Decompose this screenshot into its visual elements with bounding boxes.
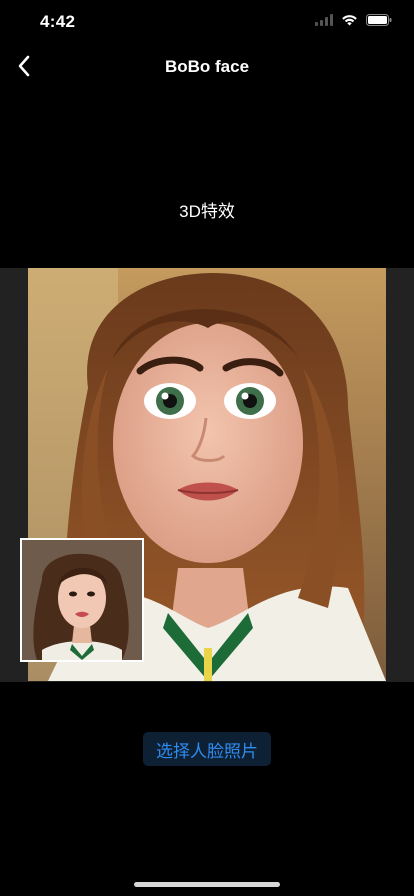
status-bar: 4:42 [0,0,414,44]
preview-panel [0,268,414,682]
select-face-photo-button[interactable]: 选择人脸照片 [143,732,271,766]
effect-label: 3D特效 [179,202,235,221]
original-photo-thumbnail [20,538,144,662]
status-icons [315,14,392,26]
page-title: BoBo face [164,57,250,76]
wifi-icon [341,14,358,26]
home-indicator [134,882,280,887]
signal-icon [315,14,333,26]
status-time: 4:42 [40,12,76,31]
battery-icon [366,14,392,26]
nav-bar: BoBo face [0,44,414,88]
